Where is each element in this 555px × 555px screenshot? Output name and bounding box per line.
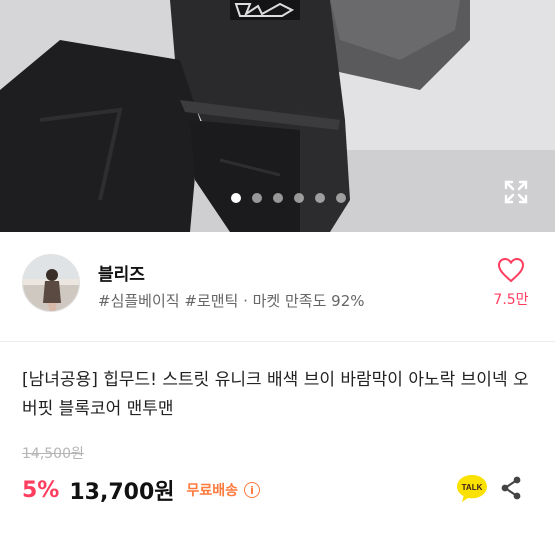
avatar-photo [23, 255, 79, 311]
carousel-dot[interactable] [315, 193, 325, 203]
discount-rate: 5% [22, 477, 60, 503]
seller-tags: #심플베이직 #로맨틱 · 마켓 만족도 92% [98, 292, 365, 310]
product-title: [남녀공용] 힙무드! 스트릿 유니크 배색 브이 바람막이 아노락 브이넥 오… [22, 370, 529, 419]
free-shipping-label: 무료배송 [186, 483, 239, 499]
talk-label: TALK [462, 483, 483, 492]
carousel-indicator [0, 193, 555, 203]
info-icon[interactable]: i [244, 482, 261, 498]
kakao-talk-icon[interactable]: TALK [455, 472, 489, 504]
carousel-dot[interactable] [336, 193, 346, 203]
like-count: 7.5만 [493, 292, 529, 308]
seller-name[interactable]: 블리즈 [98, 260, 145, 285]
share-icon[interactable] [500, 476, 522, 500]
original-price: 14,500원 [22, 446, 84, 462]
heart-icon[interactable] [497, 257, 525, 283]
sale-price: 13,700원 [69, 480, 175, 505]
like-button[interactable]: 7.5만 [488, 257, 534, 309]
carousel-dot[interactable] [294, 193, 304, 203]
price-row: 5% 13,700원 무료배송 i [22, 474, 261, 506]
carousel-dot[interactable] [231, 193, 241, 203]
carousel-dot[interactable] [252, 193, 262, 203]
carousel-dot[interactable] [273, 193, 283, 203]
expand-icon[interactable] [502, 178, 530, 206]
seller-avatar[interactable] [22, 254, 80, 312]
seller-section[interactable]: 블리즈 #심플베이직 #로맨틱 · 마켓 만족도 92% 7.5만 [0, 232, 555, 342]
product-image-carousel[interactable] [0, 0, 555, 232]
